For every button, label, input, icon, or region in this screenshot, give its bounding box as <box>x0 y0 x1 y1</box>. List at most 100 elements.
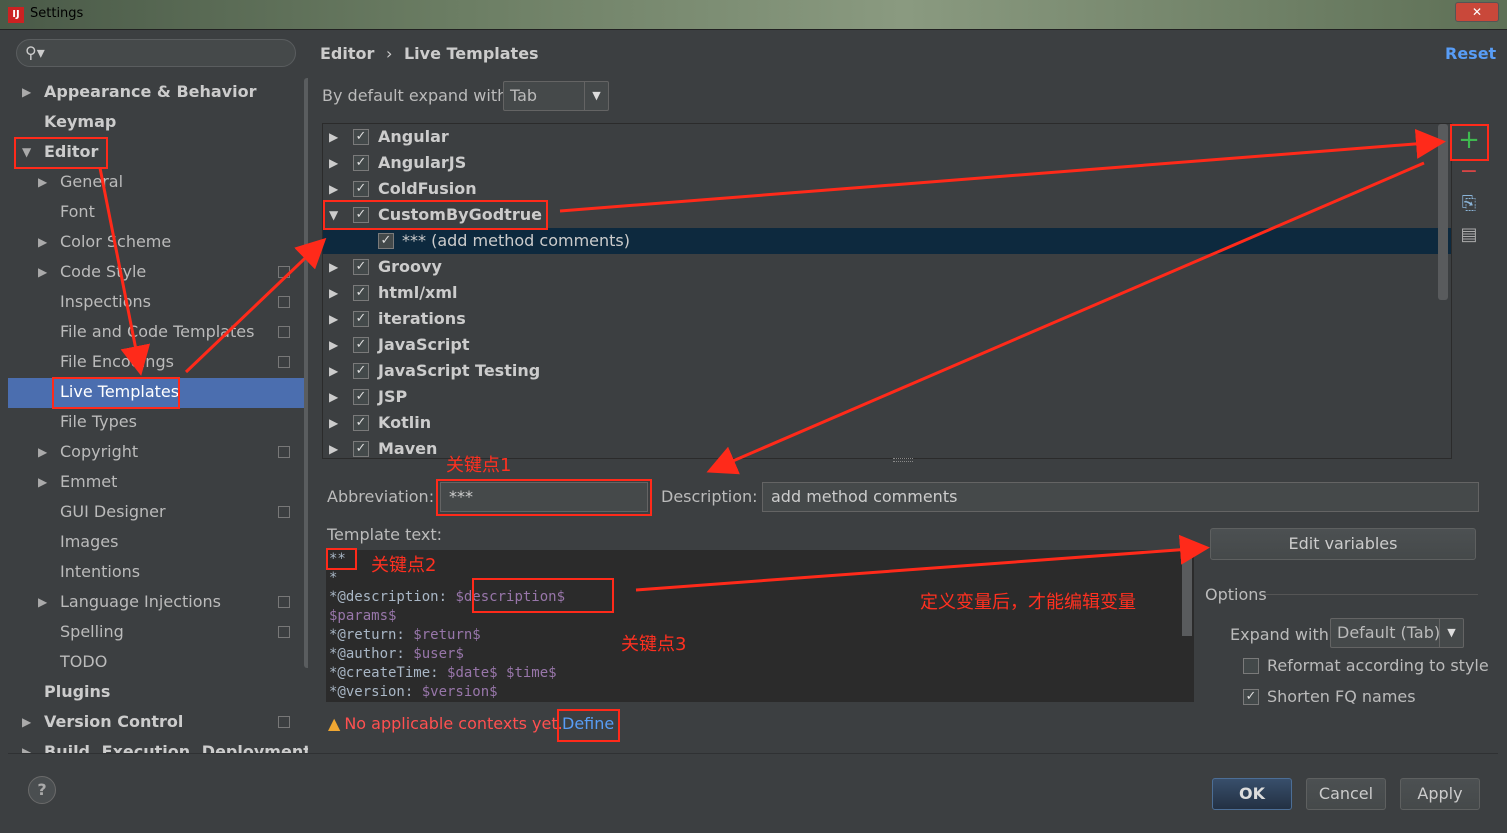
abbreviation-label: Abbreviation: <box>327 487 435 506</box>
editor-scrollbar[interactable] <box>1182 556 1192 636</box>
sidebar-item-keymap[interactable]: Keymap <box>44 107 116 137</box>
expand-arrow-icon[interactable]: ▶ <box>38 227 47 257</box>
template-text-editor[interactable]: ** * *@description: $description$ $param… <box>326 550 1194 702</box>
reset-link[interactable]: Reset <box>1445 44 1496 63</box>
settings-search-input[interactable]: ⚲▾ <box>16 39 296 67</box>
project-scope-icon <box>278 596 290 608</box>
expand-arrow-icon[interactable]: ▶ <box>329 436 338 458</box>
expand-arrow-icon[interactable]: ▶ <box>329 176 338 202</box>
default-expand-select[interactable]: Tab ▼ <box>503 81 609 111</box>
expand-arrow-icon[interactable]: ▶ <box>329 254 338 280</box>
expand-arrow-icon[interactable]: ▶ <box>38 167 47 197</box>
sidebar-item-file-code-templates[interactable]: File and Code Templates <box>60 317 254 347</box>
annotation-key2: 关键点2 <box>371 555 437 576</box>
expand-arrow-icon[interactable]: ▶ <box>22 737 31 753</box>
chevron-down-icon[interactable]: ▼ <box>584 82 608 110</box>
list-item[interactable]: ▶ ✓ Kotlin <box>323 410 1451 436</box>
options-expand-select[interactable]: Default (Tab) ▼ <box>1330 618 1464 648</box>
project-scope-icon <box>278 356 290 368</box>
expand-arrow-icon[interactable]: ▶ <box>38 437 47 467</box>
expand-arrow-icon[interactable]: ▶ <box>329 358 338 384</box>
sidebar-item-inspections[interactable]: Inspections <box>60 287 151 317</box>
group-checkbox[interactable]: ✓ <box>353 363 369 379</box>
expand-arrow-icon[interactable]: ▶ <box>38 257 47 287</box>
sidebar-item-gui-designer[interactable]: GUI Designer <box>60 497 166 527</box>
copy-icon[interactable]: ⎘ <box>1455 190 1483 218</box>
chevron-down-icon[interactable]: ▼ <box>1439 619 1463 647</box>
group-checkbox[interactable]: ✓ <box>353 389 369 405</box>
cancel-button[interactable]: Cancel <box>1306 778 1386 810</box>
sidebar-item-color-scheme[interactable]: ▶ Color Scheme <box>38 227 171 257</box>
warning-icon: ▲ <box>328 714 341 733</box>
sidebar-item-images[interactable]: Images <box>60 527 118 557</box>
change-context-icon[interactable]: ▤ <box>1455 221 1483 249</box>
splitter-handle[interactable] <box>893 458 913 462</box>
sidebar-item-language-injections[interactable]: ▶ Language Injections <box>38 587 221 617</box>
sidebar-item-todo[interactable]: TODO <box>60 647 107 677</box>
description-field[interactable]: add method comments <box>762 482 1479 512</box>
expand-arrow-icon[interactable]: ▶ <box>22 707 31 737</box>
window-close-button[interactable]: ✕ <box>1455 2 1499 22</box>
edit-variables-button[interactable]: Edit variables <box>1210 528 1476 560</box>
annotation-box-define <box>557 709 620 742</box>
apply-button[interactable]: Apply <box>1400 778 1480 810</box>
group-checkbox[interactable]: ✓ <box>353 415 369 431</box>
group-checkbox[interactable]: ✓ <box>353 285 369 301</box>
list-item[interactable]: ▶ ✓ Angular <box>323 124 1451 150</box>
reformat-checkbox[interactable] <box>1243 658 1259 674</box>
breadcrumb: Editor › Live Templates <box>320 44 539 63</box>
expand-arrow-icon[interactable]: ▶ <box>329 124 338 150</box>
list-item[interactable]: ▶ ✓ JSP <box>323 384 1451 410</box>
list-scrollbar[interactable] <box>1438 124 1448 300</box>
expand-arrow-icon[interactable]: ▶ <box>329 384 338 410</box>
list-item-template[interactable]: ✓ *** (add method comments) <box>323 228 1451 254</box>
list-item[interactable]: ▶ ✓ JavaScript <box>323 332 1451 358</box>
expand-arrow-icon[interactable]: ▶ <box>329 280 338 306</box>
list-item[interactable]: ▶ ✓ Groovy <box>323 254 1451 280</box>
list-item[interactable]: ▶ ✓ ColdFusion <box>323 176 1451 202</box>
list-item[interactable]: ▶ ✓ iterations <box>323 306 1451 332</box>
expand-arrow-icon[interactable]: ▶ <box>329 332 338 358</box>
list-item[interactable]: ▶ ✓ JavaScript Testing <box>323 358 1451 384</box>
sidebar-item-version-control[interactable]: ▶ Version Control <box>22 707 183 737</box>
sidebar-item-copyright[interactable]: ▶ Copyright <box>38 437 138 467</box>
group-checkbox[interactable]: ✓ <box>353 129 369 145</box>
group-checkbox[interactable]: ✓ <box>353 155 369 171</box>
group-checkbox[interactable]: ✓ <box>353 337 369 353</box>
template-checkbox[interactable]: ✓ <box>378 233 394 249</box>
sidebar-item-file-types[interactable]: File Types <box>60 407 137 437</box>
list-item[interactable]: ▶ ✓ html/xml <box>323 280 1451 306</box>
expand-arrow-icon[interactable]: ▶ <box>38 587 47 617</box>
sidebar-item-build[interactable]: ▶ Build, Execution, Deployment <box>22 737 308 753</box>
shorten-fq-checkbox[interactable]: ✓ <box>1243 689 1259 705</box>
help-icon[interactable]: ? <box>28 776 56 804</box>
breadcrumb-separator-icon: › <box>385 44 393 63</box>
sidebar-scrollbar[interactable] <box>304 78 308 668</box>
group-checkbox[interactable]: ✓ <box>353 311 369 327</box>
sidebar-item-code-style[interactable]: ▶ Code Style <box>38 257 146 287</box>
sidebar-item-file-encodings[interactable]: File Encodings <box>60 347 174 377</box>
group-checkbox[interactable]: ✓ <box>353 441 369 457</box>
expand-arrow-icon[interactable]: ▶ <box>329 150 338 176</box>
search-icon: ⚲▾ <box>25 43 45 62</box>
sidebar-item-font[interactable]: Font <box>60 197 95 227</box>
project-scope-icon <box>278 326 290 338</box>
remove-icon[interactable]: − <box>1455 158 1483 186</box>
template-text-label: Template text: <box>327 525 443 544</box>
code-line: *@return: $return$ <box>329 627 481 643</box>
group-checkbox[interactable]: ✓ <box>353 259 369 275</box>
expand-arrow-icon[interactable]: ▶ <box>329 306 338 332</box>
ok-button[interactable]: OK <box>1212 778 1292 810</box>
sidebar-item-emmet[interactable]: ▶ Emmet <box>38 467 117 497</box>
sidebar-item-plugins[interactable]: Plugins <box>44 677 110 707</box>
sidebar-item-appearance[interactable]: ▶ Appearance & Behavior <box>22 77 256 107</box>
list-item[interactable]: ▶ ✓ AngularJS <box>323 150 1451 176</box>
window-title: Settings <box>30 6 84 21</box>
group-checkbox[interactable]: ✓ <box>353 181 369 197</box>
sidebar-item-spelling[interactable]: Spelling <box>60 617 124 647</box>
sidebar-item-intentions[interactable]: Intentions <box>60 557 140 587</box>
expand-arrow-icon[interactable]: ▶ <box>329 410 338 436</box>
expand-arrow-icon[interactable]: ▶ <box>22 77 31 107</box>
sidebar-item-general[interactable]: ▶ General <box>38 167 123 197</box>
expand-arrow-icon[interactable]: ▶ <box>38 467 47 497</box>
